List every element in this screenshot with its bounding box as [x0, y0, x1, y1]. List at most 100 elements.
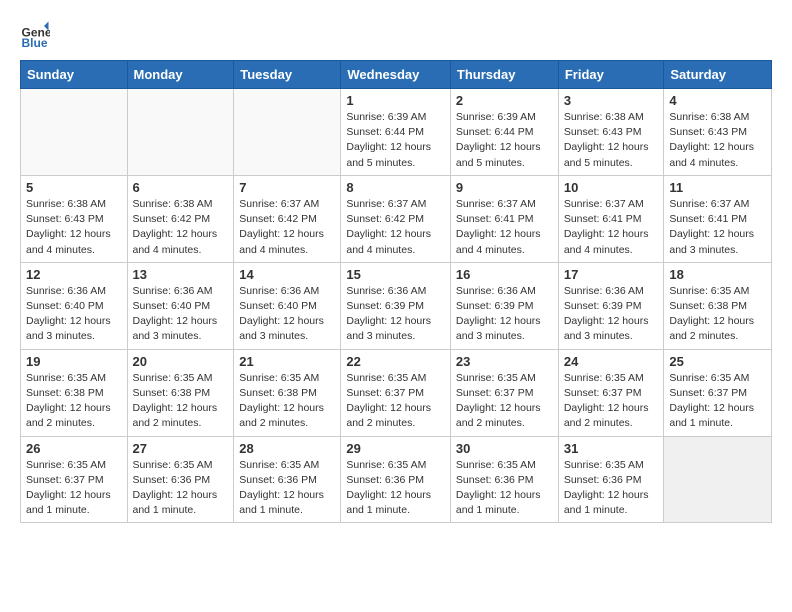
- calendar-day-cell: 12 Sunrise: 6:36 AMSunset: 6:40 PMDayligh…: [21, 262, 128, 349]
- day-number: 7: [239, 180, 335, 195]
- calendar-day-cell: 14Sunrise: 6:36 AMSunset: 6:40 PMDayligh…: [234, 262, 341, 349]
- calendar-day-cell: 30 Sunrise: 6:35 AMSunset: 6:36 PMDayligh…: [450, 436, 558, 523]
- calendar-day-cell: [234, 89, 341, 176]
- day-number: 26: [26, 441, 122, 456]
- weekday-header-row: SundayMondayTuesdayWednesdayThursdayFrid…: [21, 61, 772, 89]
- day-number: 23: [456, 354, 553, 369]
- day-number: 16: [456, 267, 553, 282]
- day-number: 18: [669, 267, 766, 282]
- day-number: 15: [346, 267, 445, 282]
- day-info: Sunrise: 6:35 AMSunset: 6:37 PMDaylight:…: [564, 371, 659, 432]
- calendar-day-cell: 29Sunrise: 6:35 AMSunset: 6:36 PMDayligh…: [341, 436, 451, 523]
- day-number: 25: [669, 354, 766, 369]
- day-number: 11: [669, 180, 766, 195]
- day-number: 20: [133, 354, 229, 369]
- day-info: Sunrise: 6:36 AMSunset: 6:39 PMDaylight:…: [564, 284, 659, 345]
- day-info: Sunrise: 6:35 AMSunset: 6:36 PMDaylight:…: [133, 458, 229, 519]
- day-info: Sunrise: 6:37 AMSunset: 6:41 PMDaylight:…: [564, 197, 659, 258]
- day-number: 10: [564, 180, 659, 195]
- calendar-day-cell: 31 Sunrise: 6:35 AMSunset: 6:36 PMDayligh…: [558, 436, 664, 523]
- day-info: Sunrise: 6:35 AMSunset: 6:38 PMDaylight:…: [133, 371, 229, 432]
- weekday-header-saturday: Saturday: [664, 61, 772, 89]
- calendar-week-row: 19 Sunrise: 6:35 AMSunset: 6:38 PMDayligh…: [21, 349, 772, 436]
- day-number: 21: [239, 354, 335, 369]
- day-info: Sunrise: 6:35 AMSunset: 6:38 PMDaylight:…: [239, 371, 335, 432]
- calendar-day-cell: 26 Sunrise: 6:35 AMSunset: 6:37 PMDayligh…: [21, 436, 128, 523]
- day-number: 4: [669, 93, 766, 108]
- calendar-day-cell: 5 Sunrise: 6:38 AMSunset: 6:43 PMDaylight…: [21, 175, 128, 262]
- weekday-header-friday: Friday: [558, 61, 664, 89]
- day-info: Sunrise: 6:37 AMSunset: 6:42 PMDaylight:…: [239, 197, 335, 258]
- calendar-week-row: 26 Sunrise: 6:35 AMSunset: 6:37 PMDayligh…: [21, 436, 772, 523]
- weekday-header-monday: Monday: [127, 61, 234, 89]
- day-number: 28: [239, 441, 335, 456]
- day-info: Sunrise: 6:38 AMSunset: 6:43 PMDaylight:…: [564, 110, 659, 171]
- calendar-day-cell: 15Sunrise: 6:36 AMSunset: 6:39 PMDayligh…: [341, 262, 451, 349]
- calendar-week-row: 1Sunrise: 6:39 AMSunset: 6:44 PMDaylight…: [21, 89, 772, 176]
- calendar-day-cell: 16 Sunrise: 6:36 AMSunset: 6:39 PMDayligh…: [450, 262, 558, 349]
- day-number: 5: [26, 180, 122, 195]
- calendar-day-cell: 9Sunrise: 6:37 AMSunset: 6:41 PMDaylight…: [450, 175, 558, 262]
- calendar-day-cell: 6 Sunrise: 6:38 AMSunset: 6:42 PMDaylight…: [127, 175, 234, 262]
- day-info: Sunrise: 6:38 AMSunset: 6:43 PMDaylight:…: [26, 197, 122, 258]
- calendar-day-cell: 2 Sunrise: 6:39 AMSunset: 6:44 PMDaylight…: [450, 89, 558, 176]
- day-number: 31: [564, 441, 659, 456]
- calendar-day-cell: 4 Sunrise: 6:38 AMSunset: 6:43 PMDaylight…: [664, 89, 772, 176]
- calendar-day-cell: [21, 89, 128, 176]
- day-number: 12: [26, 267, 122, 282]
- day-number: 19: [26, 354, 122, 369]
- day-info: Sunrise: 6:36 AMSunset: 6:40 PMDaylight:…: [239, 284, 335, 345]
- calendar-week-row: 12 Sunrise: 6:36 AMSunset: 6:40 PMDayligh…: [21, 262, 772, 349]
- day-info: Sunrise: 6:35 AMSunset: 6:37 PMDaylight:…: [346, 371, 445, 432]
- calendar-day-cell: 13 Sunrise: 6:36 AMSunset: 6:40 PMDayligh…: [127, 262, 234, 349]
- day-info: Sunrise: 6:35 AMSunset: 6:36 PMDaylight:…: [564, 458, 659, 519]
- day-number: 2: [456, 93, 553, 108]
- day-info: Sunrise: 6:35 AMSunset: 6:37 PMDaylight:…: [26, 458, 122, 519]
- day-info: Sunrise: 6:38 AMSunset: 6:43 PMDaylight:…: [669, 110, 766, 171]
- page-header: General Blue: [20, 20, 772, 50]
- calendar-day-cell: 21 Sunrise: 6:35 AMSunset: 6:38 PMDayligh…: [234, 349, 341, 436]
- day-info: Sunrise: 6:35 AMSunset: 6:36 PMDaylight:…: [346, 458, 445, 519]
- day-number: 27: [133, 441, 229, 456]
- weekday-header-tuesday: Tuesday: [234, 61, 341, 89]
- calendar-day-cell: 17Sunrise: 6:36 AMSunset: 6:39 PMDayligh…: [558, 262, 664, 349]
- calendar-day-cell: 1Sunrise: 6:39 AMSunset: 6:44 PMDaylight…: [341, 89, 451, 176]
- day-number: 3: [564, 93, 659, 108]
- calendar-day-cell: 3 Sunrise: 6:38 AMSunset: 6:43 PMDaylight…: [558, 89, 664, 176]
- day-info: Sunrise: 6:36 AMSunset: 6:39 PMDaylight:…: [456, 284, 553, 345]
- calendar-day-cell: 23 Sunrise: 6:35 AMSunset: 6:37 PMDayligh…: [450, 349, 558, 436]
- day-info: Sunrise: 6:35 AMSunset: 6:37 PMDaylight:…: [669, 371, 766, 432]
- calendar-day-cell: 24 Sunrise: 6:35 AMSunset: 6:37 PMDayligh…: [558, 349, 664, 436]
- calendar-day-cell: [664, 436, 772, 523]
- day-info: Sunrise: 6:36 AMSunset: 6:40 PMDaylight:…: [26, 284, 122, 345]
- day-info: Sunrise: 6:39 AMSunset: 6:44 PMDaylight:…: [456, 110, 553, 171]
- calendar-table: SundayMondayTuesdayWednesdayThursdayFrid…: [20, 60, 772, 523]
- day-info: Sunrise: 6:39 AMSunset: 6:44 PMDaylight:…: [346, 110, 445, 171]
- day-info: Sunrise: 6:38 AMSunset: 6:42 PMDaylight:…: [133, 197, 229, 258]
- calendar-day-cell: [127, 89, 234, 176]
- calendar-week-row: 5 Sunrise: 6:38 AMSunset: 6:43 PMDaylight…: [21, 175, 772, 262]
- calendar-day-cell: 8Sunrise: 6:37 AMSunset: 6:42 PMDaylight…: [341, 175, 451, 262]
- calendar-day-cell: 7 Sunrise: 6:37 AMSunset: 6:42 PMDaylight…: [234, 175, 341, 262]
- logo-icon: General Blue: [20, 20, 50, 50]
- day-info: Sunrise: 6:35 AMSunset: 6:38 PMDaylight:…: [669, 284, 766, 345]
- calendar-day-cell: 22 Sunrise: 6:35 AMSunset: 6:37 PMDayligh…: [341, 349, 451, 436]
- day-number: 22: [346, 354, 445, 369]
- day-info: Sunrise: 6:35 AMSunset: 6:37 PMDaylight:…: [456, 371, 553, 432]
- calendar-day-cell: 19Sunrise: 6:35 AMSunset: 6:38 PMDayligh…: [21, 349, 128, 436]
- day-number: 30: [456, 441, 553, 456]
- calendar-day-cell: 25 Sunrise: 6:35 AMSunset: 6:37 PMDayligh…: [664, 349, 772, 436]
- day-number: 6: [133, 180, 229, 195]
- day-number: 9: [456, 180, 553, 195]
- weekday-header-thursday: Thursday: [450, 61, 558, 89]
- svg-text:Blue: Blue: [22, 36, 48, 50]
- day-number: 13: [133, 267, 229, 282]
- calendar-day-cell: 11 Sunrise: 6:37 AMSunset: 6:41 PMDayligh…: [664, 175, 772, 262]
- calendar-day-cell: 28Sunrise: 6:35 AMSunset: 6:36 PMDayligh…: [234, 436, 341, 523]
- day-info: Sunrise: 6:35 AMSunset: 6:36 PMDaylight:…: [456, 458, 553, 519]
- calendar-day-cell: 20 Sunrise: 6:35 AMSunset: 6:38 PMDayligh…: [127, 349, 234, 436]
- day-info: Sunrise: 6:36 AMSunset: 6:40 PMDaylight:…: [133, 284, 229, 345]
- day-info: Sunrise: 6:37 AMSunset: 6:41 PMDaylight:…: [669, 197, 766, 258]
- day-number: 24: [564, 354, 659, 369]
- logo: General Blue: [20, 20, 54, 50]
